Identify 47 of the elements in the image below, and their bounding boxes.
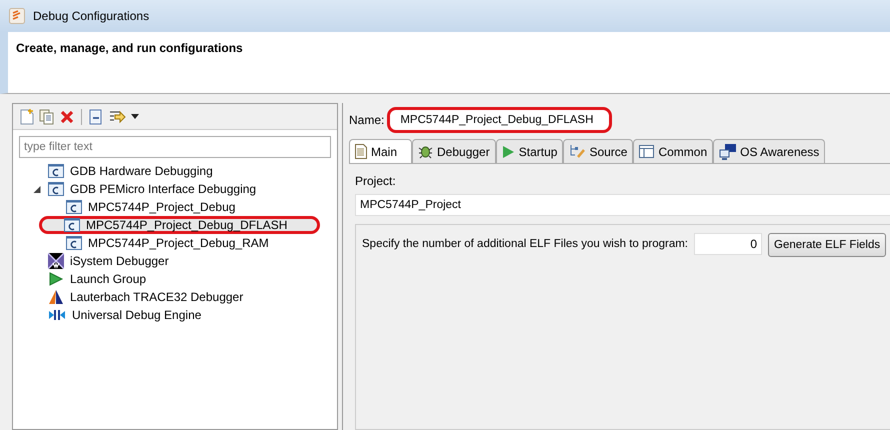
app-icon — [9, 8, 25, 24]
tree-item[interactable]: Universal Debug Engine — [43, 306, 206, 324]
tab[interactable]: OS Awareness — [713, 139, 826, 163]
tree-item[interactable]: MPC5744P_Project_Debug_DFLASH — [39, 216, 320, 234]
triangle-icon — [48, 289, 64, 305]
window-title: Debug Configurations — [33, 9, 150, 23]
arrows-icon — [48, 308, 66, 322]
tab[interactable]: Source — [563, 139, 634, 163]
tree-item[interactable]: Lauterbach TRACE32 Debugger — [43, 288, 248, 306]
collapse-icon[interactable] — [89, 108, 103, 124]
c-file-icon — [64, 217, 80, 233]
tab[interactable]: Common — [633, 139, 714, 163]
new-config-icon[interactable] — [20, 108, 34, 124]
name-field[interactable]: MPC5744P_Project_Debug_DFLASH — [387, 107, 612, 133]
tab[interactable]: Startup — [496, 139, 564, 163]
tab[interactable]: Debugger — [412, 139, 496, 163]
filter-field[interactable]: type filter text — [19, 136, 331, 158]
tree-item[interactable]: GDB PEMicro Interface Debugging — [43, 180, 262, 198]
c-file-icon — [48, 163, 64, 179]
dropdown-icon[interactable] — [131, 114, 139, 119]
play-icon — [502, 144, 515, 158]
tab[interactable]: Main — [349, 139, 412, 163]
elf-count-field[interactable]: 0 — [694, 233, 762, 255]
tree-item[interactable]: MPC5744P_Project_Debug — [61, 198, 240, 216]
project-field[interactable]: MPC5744P_Project — [355, 194, 890, 216]
document-icon — [355, 144, 367, 159]
generate-elf-button[interactable]: Generate ELF Fields — [768, 233, 886, 257]
tree-item[interactable]: Launch Group — [43, 270, 152, 288]
tree-item[interactable]: MPC5744P_Project_Debug_RAM — [61, 234, 274, 252]
c-file-icon — [66, 235, 82, 251]
table-icon — [639, 145, 654, 158]
delete-icon[interactable] — [60, 110, 74, 124]
header-title: Create, manage, and run configurations — [16, 41, 243, 55]
source-tree-icon — [569, 144, 586, 159]
c-file-icon — [48, 181, 64, 197]
expand-icon[interactable] — [31, 186, 43, 192]
filter-icon[interactable] — [108, 108, 126, 124]
play-icon — [48, 271, 64, 287]
c-file-icon — [66, 199, 82, 215]
tree-item[interactable]: GDB Hardware Debugging — [43, 162, 218, 180]
computer-icon — [719, 144, 736, 160]
bug-icon — [418, 144, 434, 159]
name-label: Name: — [349, 113, 384, 127]
project-label: Project: — [355, 174, 397, 188]
tree-item[interactable]: iSystem Debugger — [43, 252, 174, 270]
elf-files-label: Specify the number of additional ELF Files you wish to program: — [362, 237, 688, 252]
duplicate-icon[interactable] — [39, 108, 55, 124]
